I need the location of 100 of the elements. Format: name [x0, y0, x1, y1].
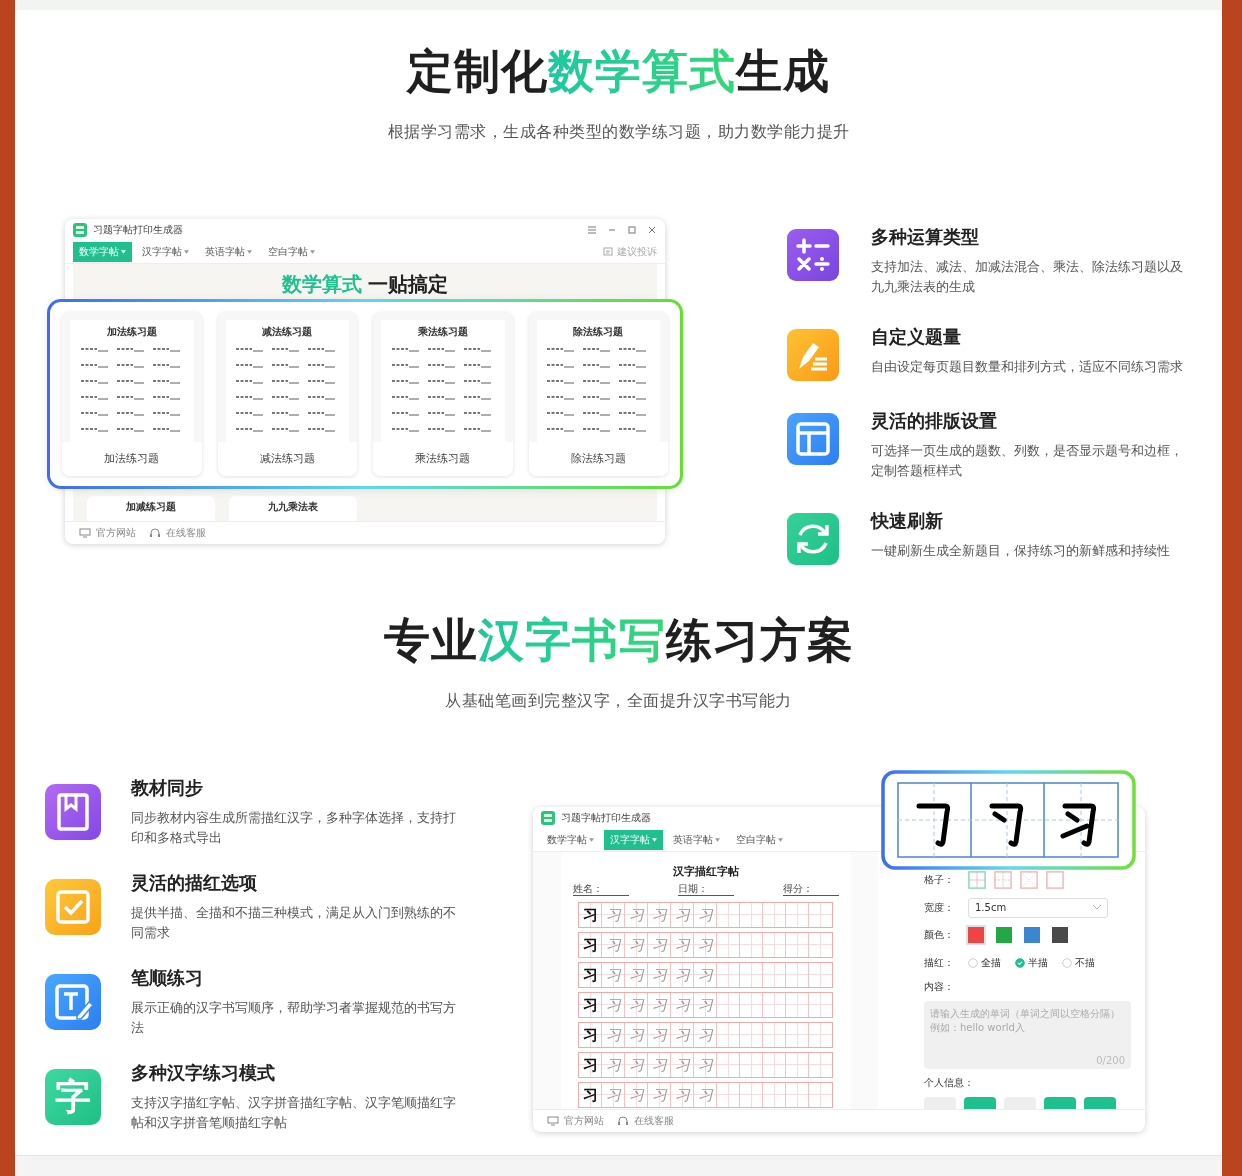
practice-cell[interactable]	[809, 933, 832, 957]
worksheet-title: 乘法练习题	[417, 325, 468, 339]
trace-character: 习	[671, 1053, 694, 1077]
practice-cell[interactable]	[786, 1023, 809, 1047]
grid-style-option[interactable]	[994, 871, 1012, 890]
practice-cell[interactable]	[786, 993, 809, 1017]
practice-cell[interactable]	[809, 963, 832, 987]
color-swatch[interactable]	[968, 927, 984, 944]
practice-cell[interactable]	[809, 1083, 832, 1107]
card-label: 除法练习题	[528, 442, 668, 476]
tab[interactable]: 英语字帖	[667, 830, 726, 850]
practice-cell[interactable]	[740, 1023, 763, 1047]
worksheet-card[interactable]: 减法练习题 减法练习题	[217, 312, 357, 476]
layout-icon	[787, 413, 839, 465]
caret-icon	[184, 250, 189, 254]
grid-label: 格子：	[924, 873, 955, 888]
monitor-icon	[547, 1116, 559, 1126]
trace-character: 习	[671, 1023, 694, 1047]
practice-cell[interactable]	[763, 1023, 786, 1047]
practice-cell[interactable]	[717, 933, 740, 957]
footer-link[interactable]: 官方网站	[96, 526, 136, 540]
color-swatch[interactable]	[996, 927, 1012, 944]
practice-cell[interactable]	[763, 993, 786, 1017]
tab[interactable]: 空白字帖	[730, 830, 789, 850]
practice-cell[interactable]	[717, 1083, 740, 1107]
feature-title: 快速刷新	[871, 509, 944, 533]
practice-cell[interactable]	[786, 903, 809, 927]
refresh-icon	[787, 513, 839, 565]
info-toggle[interactable]	[1084, 1097, 1116, 1109]
color-swatch[interactable]	[1052, 927, 1068, 944]
practice-cell[interactable]	[740, 993, 763, 1017]
practice-cell[interactable]	[717, 1053, 740, 1077]
practice-cell[interactable]	[740, 1083, 763, 1107]
grid-style-option[interactable]	[1020, 871, 1038, 890]
close-icon[interactable]	[647, 225, 657, 235]
practice-cell[interactable]	[763, 963, 786, 987]
model-character: 习	[579, 993, 602, 1017]
info-toggle[interactable]	[1044, 1097, 1076, 1109]
practice-cell[interactable]	[740, 933, 763, 957]
trace-character: 习	[694, 963, 717, 987]
tab[interactable]: 数学字帖	[541, 830, 600, 850]
worksheet-card[interactable]: 乘法练习题 乘法练习题	[373, 312, 513, 476]
maximize-icon[interactable]	[627, 225, 637, 235]
practice-cell[interactable]	[809, 993, 832, 1017]
practice-cell[interactable]	[763, 1083, 786, 1107]
fill-in-line[interactable]: 姓名：	[572, 883, 629, 896]
color-swatch[interactable]	[1024, 927, 1040, 944]
trace-character: 习	[648, 1023, 671, 1047]
practice-cell[interactable]	[763, 903, 786, 927]
feature-title: 多种运算类型	[871, 225, 980, 249]
practice-cell[interactable]	[717, 1023, 740, 1047]
trace-radio[interactable]: 不描	[1062, 955, 1095, 970]
width-select[interactable]: 1.5cm	[968, 897, 1108, 918]
practice-cell[interactable]	[786, 1053, 809, 1077]
footer-link[interactable]: 官方网站	[564, 1114, 604, 1128]
worksheet-card[interactable]: 加法练习题 加法练习题	[62, 312, 202, 476]
practice-cell[interactable]	[809, 1023, 832, 1047]
info-toggle[interactable]	[964, 1097, 996, 1109]
practice-cell[interactable]	[786, 933, 809, 957]
practice-cell[interactable]	[786, 1083, 809, 1107]
fill-in-line[interactable]: 日期：	[677, 883, 734, 896]
radio-icon	[1015, 957, 1025, 968]
worksheet-title: 九九乘法表	[268, 500, 318, 514]
book-icon	[45, 784, 101, 840]
worksheet-card[interactable]: 加减练习题	[87, 496, 215, 521]
fill-in-line[interactable]: 得分：	[782, 883, 839, 896]
trace-character: 习	[671, 993, 694, 1017]
practice-cell[interactable]	[740, 903, 763, 927]
card-label: 加法练习题	[62, 442, 202, 476]
footer-link[interactable]: 在线客服	[166, 526, 206, 540]
worksheet-card[interactable]: 九九乘法表	[229, 496, 357, 521]
practice-cell[interactable]	[763, 933, 786, 957]
tab[interactable]: 空白字帖	[262, 242, 321, 262]
grid-style-option[interactable]	[1046, 871, 1064, 890]
tab[interactable]: 英语字帖	[199, 242, 258, 262]
menu-icon[interactable]	[587, 225, 597, 235]
footer-link[interactable]: 在线客服	[634, 1114, 674, 1128]
grid-style-option[interactable]	[968, 871, 986, 890]
practice-cell[interactable]	[717, 993, 740, 1017]
practice-cell[interactable]	[717, 963, 740, 987]
trace-character: 习	[602, 1083, 625, 1107]
feature-description: 提供半描、全描和不描三种模式，满足从入门到熟练的不同需求	[131, 904, 457, 942]
worksheet-card[interactable]: 除法练习题 除法练习题	[528, 312, 668, 476]
card-label: 乘法练习题	[373, 442, 513, 476]
tab[interactable]: 汉字字帖	[136, 242, 195, 262]
trace-radio[interactable]: 半描	[1015, 955, 1048, 970]
practice-cell[interactable]	[763, 1053, 786, 1077]
trace-radio[interactable]: 全描	[968, 955, 1001, 970]
practice-cell[interactable]	[740, 963, 763, 987]
practice-cell[interactable]	[809, 1053, 832, 1077]
practice-cell[interactable]	[717, 903, 740, 927]
practice-cell[interactable]	[786, 963, 809, 987]
caret-icon	[247, 250, 252, 254]
trace-character: 习	[625, 933, 648, 957]
model-character: 习	[579, 1023, 602, 1047]
trace-character: 习	[671, 1083, 694, 1107]
practice-cell[interactable]	[809, 903, 832, 927]
feature-description: 支持汉字描红字帖、汉字拼音描红字帖、汉字笔顺描红字帖和汉字拼音笔顺描红字帖	[131, 1094, 457, 1132]
trace-character: 习	[648, 1083, 671, 1107]
practice-cell[interactable]	[740, 1053, 763, 1077]
